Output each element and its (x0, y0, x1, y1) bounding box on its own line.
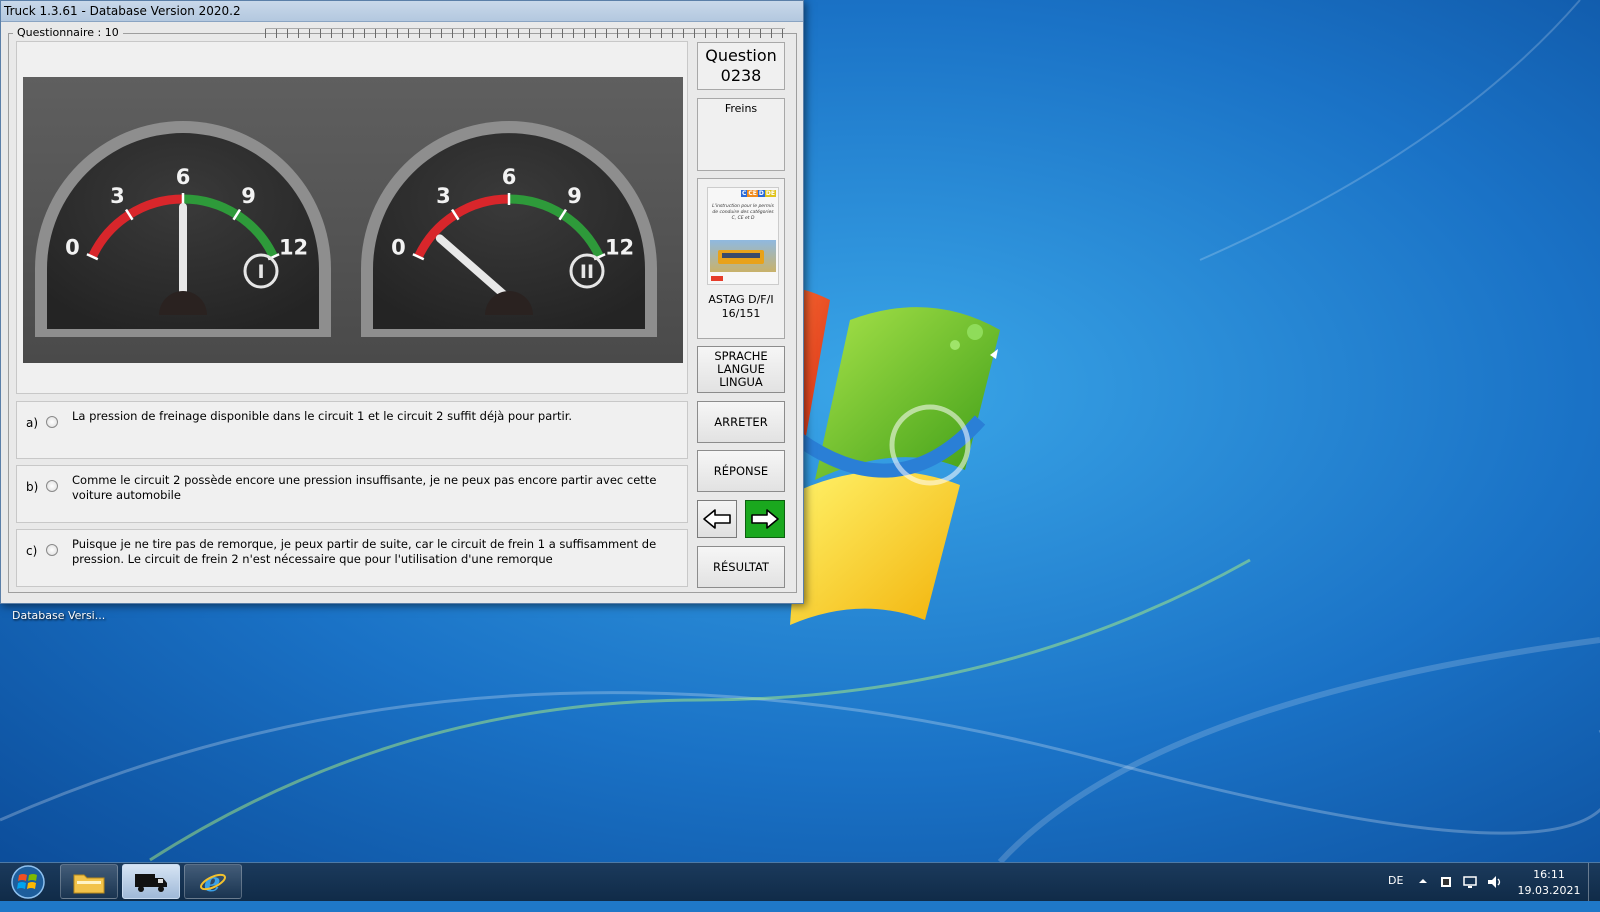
gauge-scale-label: 3 (436, 184, 451, 208)
book-cover-text: L'instruction pour le permis de conduire… (712, 204, 774, 221)
brake-circuit-number: II (580, 261, 594, 283)
answer-b-text: Comme le circuit 2 possède encore une pr… (72, 473, 657, 502)
gauge-scale-label: 12 (279, 235, 308, 259)
language-label-it: LINGUA (719, 375, 763, 389)
minimized-window-label[interactable]: Database Versi... (12, 609, 105, 622)
result-button[interactable]: RÉSULTAT (697, 546, 785, 588)
answer-a-text: La pression de freinage disponible dans … (72, 409, 573, 423)
book-reference-page: 16/151 (721, 307, 761, 320)
gauge-scale-label: 9 (241, 184, 256, 208)
answer-c-letter: c) (26, 544, 38, 558)
language-button[interactable]: SPRACHE LANGUE LINGUA (697, 346, 785, 393)
gauge-scale-label: 0 (65, 235, 80, 259)
question-image-panel: 0 3 6 9 12 I 0 3 6 9 12 II (16, 41, 688, 394)
gauge-scale-label: 6 (502, 165, 517, 189)
title-bar[interactable]: Truck 1.3.61 - Database Version 2020.2 (1, 1, 803, 22)
clock-time: 16:11 (1533, 868, 1565, 881)
book-reference-name: ASTAG D/F/I (708, 293, 774, 306)
answer-b-radio[interactable] (46, 480, 58, 492)
truck-icon (135, 873, 167, 892)
gauge-scale-label: 12 (605, 235, 634, 259)
answer-button[interactable]: RÉPONSE (697, 450, 785, 492)
answer-c-text: Puisque je ne tire pas de remorque, je p… (72, 537, 657, 566)
show-hidden-icons-icon[interactable] (1417, 874, 1429, 888)
windows-start-orb-icon (11, 865, 45, 899)
arrow-right-icon (751, 509, 779, 529)
brake-pressure-gauges-image: 0 3 6 9 12 I 0 3 6 9 12 II (23, 77, 683, 363)
answer-c-radio[interactable] (46, 544, 58, 556)
previous-question-button[interactable] (697, 500, 737, 538)
question-number-box: Question 0238 (697, 42, 785, 90)
network-icon[interactable] (1462, 874, 1480, 890)
folder-icon (73, 874, 105, 893)
taskbar-truck-app-button[interactable] (122, 864, 180, 899)
question-header: Question (705, 46, 777, 65)
window-title: Truck 1.3.61 - Database Version 2020.2 (4, 4, 241, 18)
gauge-scale-label: 0 (391, 235, 406, 259)
reference-book-box: C CE D DE L'instruction pour le permis de c… (697, 178, 785, 339)
internet-explorer-icon: e (200, 868, 226, 896)
book-cover-image: C CE D DE L'instruction pour le permis de c… (707, 187, 779, 285)
system-clock[interactable]: 16:11 19.03.2021 (1514, 867, 1584, 905)
answer-b: b) Comme le circuit 2 possède encore une… (16, 465, 688, 523)
next-question-button[interactable] (745, 500, 785, 538)
start-button[interactable] (5, 865, 51, 899)
answer-a-letter: a) (26, 416, 39, 430)
questionnaire-label: Questionnaire : 10 (13, 26, 123, 39)
show-desktop-button[interactable] (1588, 863, 1600, 901)
answer-c: c) Puisque je ne tire pas de remorque, j… (16, 529, 688, 587)
app-window: Truck 1.3.61 - Database Version 2020.2 Q… (0, 0, 804, 604)
category-label: Freins (724, 102, 758, 115)
answer-a: a) La pression de freinage disponible da… (16, 401, 688, 459)
category-box: Freins (697, 98, 785, 171)
volume-icon[interactable] (1486, 874, 1504, 890)
book-cover-bus-photo (710, 240, 776, 272)
clock-date: 19.03.2021 (1517, 884, 1581, 897)
answer-b-letter: b) (26, 480, 39, 494)
stop-button[interactable]: ARRETER (697, 401, 785, 443)
gauge-scale-label: 6 (176, 165, 191, 189)
taskbar-explorer-button[interactable] (60, 864, 118, 899)
answer-a-radio[interactable] (46, 416, 58, 428)
questionnaire-progress-ticks (265, 28, 785, 38)
input-language-indicator[interactable]: DE (1388, 874, 1403, 912)
arrow-left-icon (703, 509, 731, 529)
book-cover-tags: C CE D DE (741, 190, 776, 197)
taskbar-internet-explorer-button[interactable]: e (184, 864, 242, 899)
book-cover-logo (711, 276, 723, 281)
gauge-scale-label: 9 (567, 184, 582, 208)
svg-text:e: e (204, 868, 221, 896)
action-center-flag-icon[interactable] (1438, 874, 1454, 890)
brake-circuit-number: I (257, 261, 264, 283)
gauge-scale-label: 3 (110, 184, 125, 208)
book-reference-label: ASTAG D/F/I 16/151 (698, 293, 784, 321)
taskbar: e DE 16:11 19.03.2021 (0, 862, 1600, 901)
question-number: 0238 (720, 66, 762, 85)
